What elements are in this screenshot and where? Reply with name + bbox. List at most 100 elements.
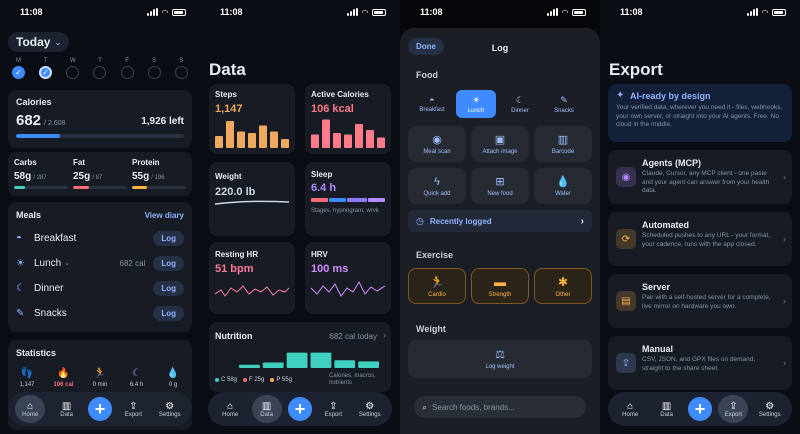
meal-tab-breakfast[interactable]: ◓ Breakfast bbox=[412, 90, 452, 118]
export-option-server[interactable]: ▤ Server Pair with a self-hosted server fo… bbox=[608, 274, 792, 328]
sleep-card[interactable]: Sleep 6.4 h Stages, hypnogram, wrvk bbox=[305, 162, 391, 236]
meal-tab-dinner[interactable]: ☾ Dinner bbox=[500, 90, 540, 118]
add-button[interactable]: + bbox=[687, 397, 712, 421]
log-meal-button[interactable]: Log bbox=[153, 280, 184, 296]
export-option-automated[interactable]: ⟳ Automated Scheduled pushes to any URL - … bbox=[608, 212, 792, 266]
log-meal-button[interactable]: Log bbox=[153, 305, 184, 321]
log-meal-button[interactable]: Log bbox=[153, 255, 184, 271]
recently-logged-button[interactable]: ◷ Recently logged › bbox=[408, 210, 592, 232]
tab-settings[interactable]: ⚙ Settings bbox=[155, 395, 185, 423]
stat-item[interactable]: ☾ 6.4 h bbox=[122, 368, 152, 388]
tab-export[interactable]: ⇪ Export bbox=[718, 395, 749, 423]
nutrition-legend-item: C 58g bbox=[215, 377, 237, 383]
chevron-down-icon: ⌄ bbox=[54, 37, 62, 47]
week-day-letter: M bbox=[16, 58, 21, 64]
new-food-button[interactable]: ⊞ New food bbox=[471, 168, 529, 204]
tab-home[interactable]: ⌂ Home bbox=[215, 395, 245, 423]
stat-item[interactable]: 🔥 106 cal bbox=[49, 368, 79, 388]
week-day[interactable]: S bbox=[174, 58, 188, 79]
page-title: Data bbox=[209, 60, 246, 79]
server-icon: ▤ bbox=[621, 295, 631, 307]
tab-data[interactable]: ▥ Data bbox=[251, 395, 282, 423]
water-button[interactable]: 💧 Water bbox=[534, 168, 592, 204]
week-day[interactable]: S bbox=[147, 58, 161, 79]
home-screen: 11:08 ◠ Today ⌄ M ✓ T ✓ W T F S S Calories 682 /… bbox=[0, 0, 200, 434]
tab-bar: ⌂ Home ▥ Data + ⇪ Export ⚙ Settings bbox=[8, 392, 192, 426]
status-bar: 11:08 ◠ bbox=[420, 6, 586, 18]
export-option-agents-mcp[interactable]: ◉ Agents (MCP) Claude, Cursor, any MCP cli… bbox=[608, 150, 792, 204]
add-button[interactable]: + bbox=[287, 397, 312, 421]
stat-item[interactable]: 👣 1,147 bbox=[12, 368, 42, 388]
status-time: 11:08 bbox=[620, 7, 643, 17]
other-button[interactable]: ✱ Other bbox=[534, 268, 592, 304]
tab-export[interactable]: ⇪ Export bbox=[118, 395, 148, 423]
dumbbell-icon: ▬ bbox=[494, 274, 506, 289]
tab-settings[interactable]: ⚙ Settings bbox=[355, 395, 385, 423]
add-button[interactable]: + bbox=[87, 397, 112, 421]
nutrition-bar bbox=[286, 352, 308, 368]
cardio-button[interactable]: 🏃 Cardio bbox=[408, 268, 466, 304]
macro-protein: Protein 55g/ 196 bbox=[132, 158, 186, 189]
runner-icon: 🏃 bbox=[429, 274, 445, 289]
chevron-right-icon: › bbox=[783, 296, 786, 306]
chevron-right-icon: › bbox=[580, 215, 584, 227]
tab-home[interactable]: ⌂ Home bbox=[15, 395, 46, 423]
active-calories-bar bbox=[355, 124, 363, 148]
search-field[interactable]: ⌕ Search foods, brands... bbox=[414, 396, 586, 418]
active-calories-card[interactable]: Active Calories 106 kcal bbox=[305, 84, 391, 154]
meal-scan-button[interactable]: ◉ Meal scan bbox=[408, 126, 466, 162]
meal-row-lunch[interactable]: ☀ Lunch ⌄ 682 cal Log bbox=[16, 253, 184, 273]
week-day[interactable]: T bbox=[93, 58, 107, 79]
log-meal-button[interactable]: Log bbox=[153, 230, 184, 246]
today-selector[interactable]: Today ⌄ bbox=[8, 32, 70, 52]
log-weight-button[interactable]: ⚖ Log weight bbox=[408, 340, 592, 378]
barcode-button[interactable]: ▥ Barcode bbox=[534, 126, 592, 162]
tab-data[interactable]: ▥ Data bbox=[52, 395, 82, 423]
hrv-card[interactable]: HRV 100 ms bbox=[305, 242, 391, 314]
nutrition-bar bbox=[262, 362, 284, 368]
weight-card[interactable]: Weight 220.0 lb bbox=[209, 162, 295, 236]
export-option-manual[interactable]: ⇪ Manual CSV, JSON, and GPX files on deman… bbox=[608, 336, 792, 390]
resting-hr-card[interactable]: Resting HR 51 bpm bbox=[209, 242, 295, 314]
steps-bar bbox=[226, 121, 234, 148]
stat-item[interactable]: 🏃 0 min bbox=[85, 368, 115, 388]
meal-row-snacks[interactable]: ✎ Snacks Log bbox=[16, 303, 184, 323]
steps-card[interactable]: Steps 1,147 bbox=[209, 84, 295, 154]
week-day[interactable]: T ✓ bbox=[39, 58, 53, 79]
status-time: 11:08 bbox=[220, 7, 243, 17]
meal-row-breakfast[interactable]: ◓ Breakfast Log bbox=[16, 228, 184, 248]
antenna-icon: ◉ bbox=[621, 171, 631, 183]
week-day-indicator bbox=[66, 66, 80, 79]
home-icon: ⌂ bbox=[627, 400, 634, 412]
tab-data[interactable]: ▥ Data bbox=[652, 395, 682, 423]
attach-image-button[interactable]: ▣ Attach image bbox=[471, 126, 529, 162]
week-day-indicator bbox=[120, 66, 134, 79]
meal-tab-snacks[interactable]: ✎ Snacks bbox=[544, 90, 584, 118]
strength-button[interactable]: ▬ Strength bbox=[471, 268, 529, 304]
steps-bar bbox=[281, 139, 289, 148]
chevron-right-icon: › bbox=[783, 172, 786, 182]
week-day[interactable]: M ✓ bbox=[12, 58, 25, 79]
tab-export[interactable]: ⇪ Export bbox=[318, 395, 348, 423]
week-day[interactable]: W bbox=[66, 58, 80, 79]
calories-card[interactable]: Calories 682 / 2,608 1,926 left bbox=[8, 90, 192, 148]
page-title: Export bbox=[609, 60, 663, 79]
flame-icon: 🔥 bbox=[57, 368, 70, 379]
tab-home[interactable]: ⌂ Home bbox=[615, 395, 645, 423]
meal-row-dinner[interactable]: ☾ Dinner Log bbox=[16, 278, 184, 298]
macros-card[interactable]: Carbs 58g/ 287 Fat 25g/ 87 Protein 55g/ 196 bbox=[8, 152, 192, 196]
weight-trend-line bbox=[214, 200, 290, 205]
nutrition-bar bbox=[358, 361, 379, 368]
wifi-icon: ◠ bbox=[161, 7, 168, 17]
view-diary-link[interactable]: View diary bbox=[145, 211, 184, 220]
week-day-letter: W bbox=[69, 58, 76, 64]
tab-settings[interactable]: ⚙ Settings bbox=[755, 395, 785, 423]
barcode-icon: ▥ bbox=[557, 134, 569, 146]
nutrition-card[interactable]: Nutrition 682 cal today › C 58g F 25g P 55… bbox=[209, 322, 391, 392]
stat-item[interactable]: 💧 0 g bbox=[158, 368, 188, 388]
meal-tab-lunch[interactable]: ☀ Lunch bbox=[456, 90, 496, 118]
search-input[interactable]: Search foods, brands... bbox=[432, 403, 515, 412]
gear-icon: ⚙ bbox=[365, 400, 375, 412]
week-day[interactable]: F bbox=[120, 58, 134, 79]
quick-add-button[interactable]: ϟ Quick add bbox=[408, 168, 466, 204]
